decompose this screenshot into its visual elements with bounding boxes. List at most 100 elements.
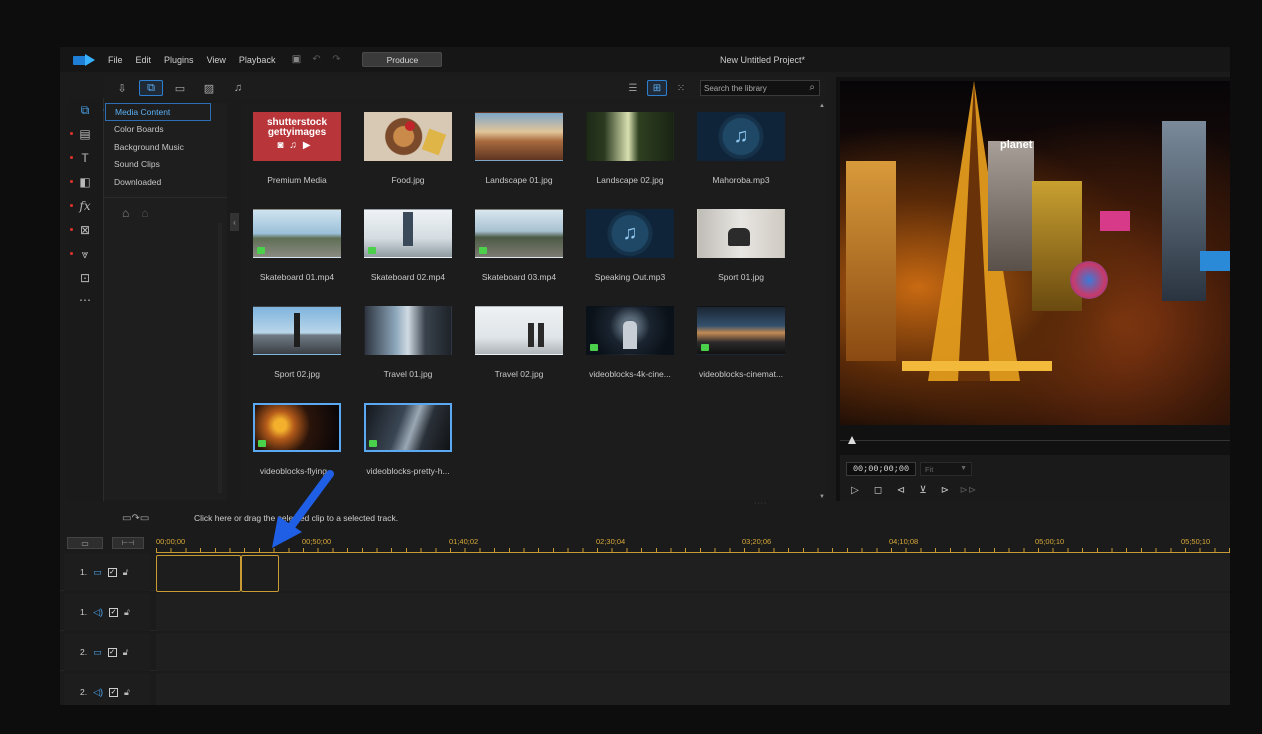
category-panel: Media Content Color Boards Background Mu…	[104, 103, 227, 500]
media-item[interactable]: Sport 01.jpg	[696, 209, 786, 282]
scroll-up-icon[interactable]: ▲	[819, 103, 825, 109]
fast-forward-icon[interactable]: ⊳⊳	[960, 483, 977, 497]
ruler-label: 05;50;10	[1181, 537, 1211, 546]
track-body[interactable]	[156, 553, 1230, 592]
media-item[interactable]: Travel 02.jpg	[474, 306, 564, 379]
gettyimages-logo: gettyimages	[267, 127, 327, 138]
track-video-1: 1. ▭ ✓ 🔓︎	[60, 553, 1230, 592]
lock-icon[interactable]: 🔓︎	[124, 687, 130, 698]
timeline-toolbar: ▭↷▭ Click here or drag the selected clip…	[60, 507, 1230, 529]
pip-room-icon[interactable]: ⊠	[67, 220, 103, 240]
track-body[interactable]	[156, 633, 1230, 671]
menu-view[interactable]: View	[207, 55, 226, 65]
subtitle-room-icon[interactable]: ⊡	[67, 268, 103, 288]
collapse-panel-button[interactable]: ‹	[230, 213, 239, 231]
lock-icon[interactable]: 🔓︎	[124, 607, 130, 618]
timeline-ruler[interactable]: 00;00;00 00;50;00 01;40;02 02;30;04 03;2…	[156, 533, 1230, 553]
import-media-icon[interactable]: ⇩	[110, 80, 134, 96]
timeline-clip[interactable]	[156, 555, 241, 592]
redo-icon[interactable]: ↷	[328, 54, 344, 65]
media-item[interactable]: Landscape 01.jpg	[474, 112, 564, 185]
produce-button[interactable]: Produce	[362, 52, 443, 67]
media-item[interactable]: videoblocks-pretty-h...	[363, 403, 453, 476]
category-downloaded[interactable]: Downloaded	[104, 173, 227, 191]
grid-view-icon[interactable]: ⁙	[671, 80, 691, 96]
category-color-boards[interactable]: Color Boards	[104, 121, 227, 139]
menu-playback[interactable]: Playback	[239, 55, 276, 65]
track-header: 2. ◁) ✓ 🔓︎	[64, 673, 150, 705]
search-icon[interactable]: ⌕	[809, 82, 815, 93]
track-body[interactable]	[156, 593, 1230, 631]
menu-plugins[interactable]: Plugins	[164, 55, 194, 65]
previous-frame-icon[interactable]: ⊲	[894, 483, 908, 497]
skateboard-03-thumbnail	[475, 209, 563, 258]
next-frame-icon[interactable]: ⊳	[938, 483, 952, 497]
more-icon[interactable]: ⋯	[67, 290, 103, 310]
effect-room-icon[interactable]: fx	[67, 196, 103, 216]
add-tag-icon[interactable]: ⌂	[122, 206, 129, 220]
undo-icon[interactable]: ↶	[308, 54, 324, 65]
category-scrollbar[interactable]	[218, 223, 222, 493]
template-room-icon[interactable]: ▤	[67, 124, 103, 144]
track-enable-checkbox[interactable]: ✓	[107, 567, 117, 577]
library-search-input[interactable]: Search the library ⌕	[700, 80, 820, 96]
track-header: 2. ▭ ✓ 🔓︎	[64, 633, 150, 671]
track-enable-checkbox[interactable]: ✓	[109, 687, 119, 697]
menu-edit[interactable]: Edit	[136, 55, 152, 65]
ruler-label: 02;30;04	[596, 537, 626, 546]
media-item[interactable]: Sport 02.jpg	[252, 306, 342, 379]
timeline-hint[interactable]: Click here or drag the selected clip to …	[194, 513, 398, 523]
save-icon[interactable]: ▣	[288, 54, 304, 65]
category-background-music[interactable]: Background Music	[104, 138, 227, 156]
filter-video-icon[interactable]: ▭	[168, 80, 192, 96]
media-item[interactable]: Skateboard 01.mp4	[252, 209, 342, 282]
play-icon[interactable]: ▷	[848, 483, 862, 497]
media-grid-scrollbar[interactable]: ▲ ▼	[818, 103, 826, 500]
filter-audio-icon[interactable]: ♫	[226, 80, 250, 96]
details-view-icon[interactable]: ⊞	[647, 80, 667, 96]
media-item[interactable]: Skateboard 03.mp4	[474, 209, 564, 282]
stop-icon[interactable]: ◻	[871, 483, 885, 497]
resize-handle-icon[interactable]: ····	[754, 500, 767, 507]
timecode-display[interactable]: 00;00;00;00	[846, 462, 916, 476]
speaking-out-audio-thumbnail: ♫	[586, 209, 674, 258]
fit-timeline-icon[interactable]: ⊢⊣	[112, 537, 144, 549]
media-item[interactable]: Landscape 02.jpg	[585, 112, 675, 185]
filter-all-media-icon[interactable]: ⧉	[139, 80, 163, 96]
media-item[interactable]: ♫ Speaking Out.mp3	[585, 209, 675, 282]
media-item[interactable]: Travel 01.jpg	[363, 306, 453, 379]
media-item[interactable]: videoblocks-cinemat...	[696, 306, 786, 379]
track-enable-checkbox[interactable]: ✓	[107, 647, 117, 657]
media-room-icon[interactable]: ⧉	[67, 100, 107, 120]
transition-room-icon[interactable]: ◧	[67, 172, 103, 192]
zoom-fit-select[interactable]: Fit ▼	[920, 462, 972, 476]
media-item[interactable]: videoblocks-flying...	[252, 403, 342, 476]
title-room-icon[interactable]: T	[67, 148, 103, 168]
media-item[interactable]: shutterstock gettyimages ◙♫▶ Premium Med…	[252, 112, 342, 185]
track-body[interactable]	[156, 673, 1230, 705]
filter-image-icon[interactable]: ▨	[197, 80, 221, 96]
snapshot-icon[interactable]: ⊻	[916, 483, 930, 497]
scroll-down-icon[interactable]: ▼	[819, 494, 825, 500]
track-manager-icon[interactable]: ▭	[67, 537, 103, 549]
track-enable-checkbox[interactable]: ✓	[109, 607, 119, 617]
particle-room-icon[interactable]: ⩔	[67, 244, 103, 264]
media-item[interactable]: Skateboard 02.mp4	[363, 209, 453, 282]
category-media-content[interactable]: Media Content	[105, 103, 211, 121]
sport-02-thumbnail	[253, 306, 341, 355]
preview-scrubber[interactable]	[840, 435, 1230, 445]
lock-icon[interactable]: 🔓︎	[123, 567, 129, 578]
media-item[interactable]: ♫ Mahoroba.mp3	[696, 112, 786, 185]
remove-tag-icon[interactable]: ⌂	[141, 206, 148, 220]
timeline-clip[interactable]	[241, 555, 279, 592]
menu-file[interactable]: File	[108, 55, 123, 65]
scrubber-knob[interactable]	[848, 436, 856, 444]
ruler-label: 05;00;10	[1035, 537, 1065, 546]
media-item[interactable]: Food.jpg	[363, 112, 453, 185]
media-item[interactable]: videoblocks-4k-cine...	[585, 306, 675, 379]
planet-sign: planet	[1000, 139, 1033, 151]
lock-icon[interactable]: 🔓︎	[123, 647, 129, 658]
category-sound-clips[interactable]: Sound Clips	[104, 156, 227, 174]
list-view-icon[interactable]: ☰	[623, 80, 643, 96]
timeline-tools-icon[interactable]: ▭↷▭	[122, 513, 194, 524]
